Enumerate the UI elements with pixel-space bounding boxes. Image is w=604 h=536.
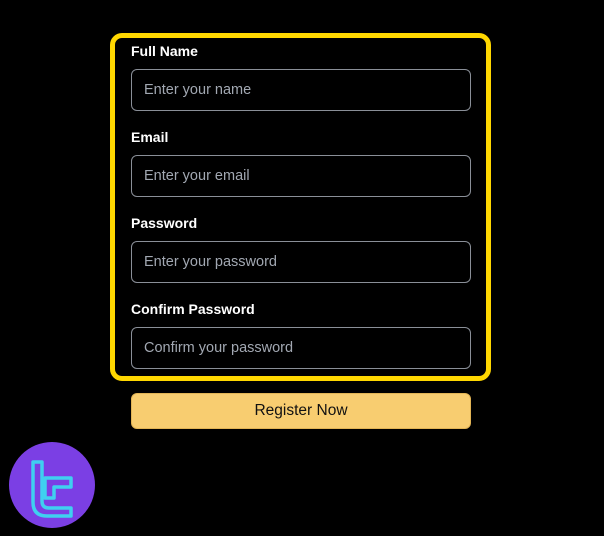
tradingfinder-logo-icon — [9, 442, 95, 528]
register-button[interactable]: Register Now — [131, 393, 471, 429]
full-name-label: Full Name — [131, 43, 198, 59]
full-name-input[interactable] — [131, 69, 471, 111]
confirm-password-label: Confirm Password — [131, 301, 255, 317]
password-label: Password — [131, 215, 198, 231]
email-label: Email — [131, 129, 169, 145]
confirm-password-input[interactable] — [131, 327, 471, 369]
password-input[interactable] — [131, 241, 471, 283]
email-input[interactable] — [131, 155, 471, 197]
